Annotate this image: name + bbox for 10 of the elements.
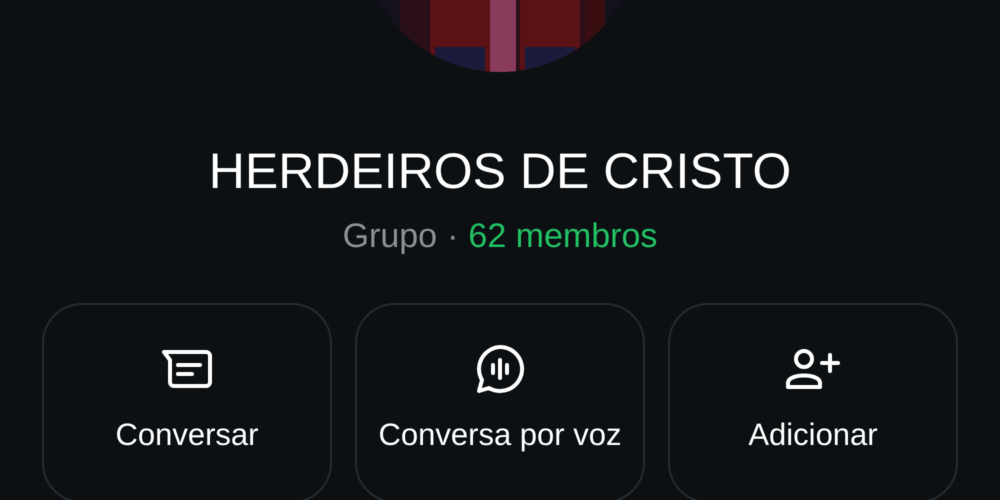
- action-button[interactable]: Adicionar: [668, 303, 958, 500]
- group-type: Grupo: [342, 216, 438, 257]
- member-count[interactable]: 62 membros: [468, 214, 658, 258]
- message-icon: [160, 348, 214, 390]
- action-button[interactable]: Conversar: [42, 303, 332, 500]
- voice-chat-icon: [474, 343, 526, 395]
- add-person-icon: [784, 347, 842, 391]
- action-button[interactable]: Conversa por voz: [355, 303, 645, 500]
- group-name: HERDEIROS DE CRISTO: [208, 142, 792, 201]
- separator-dot: ·: [447, 216, 458, 257]
